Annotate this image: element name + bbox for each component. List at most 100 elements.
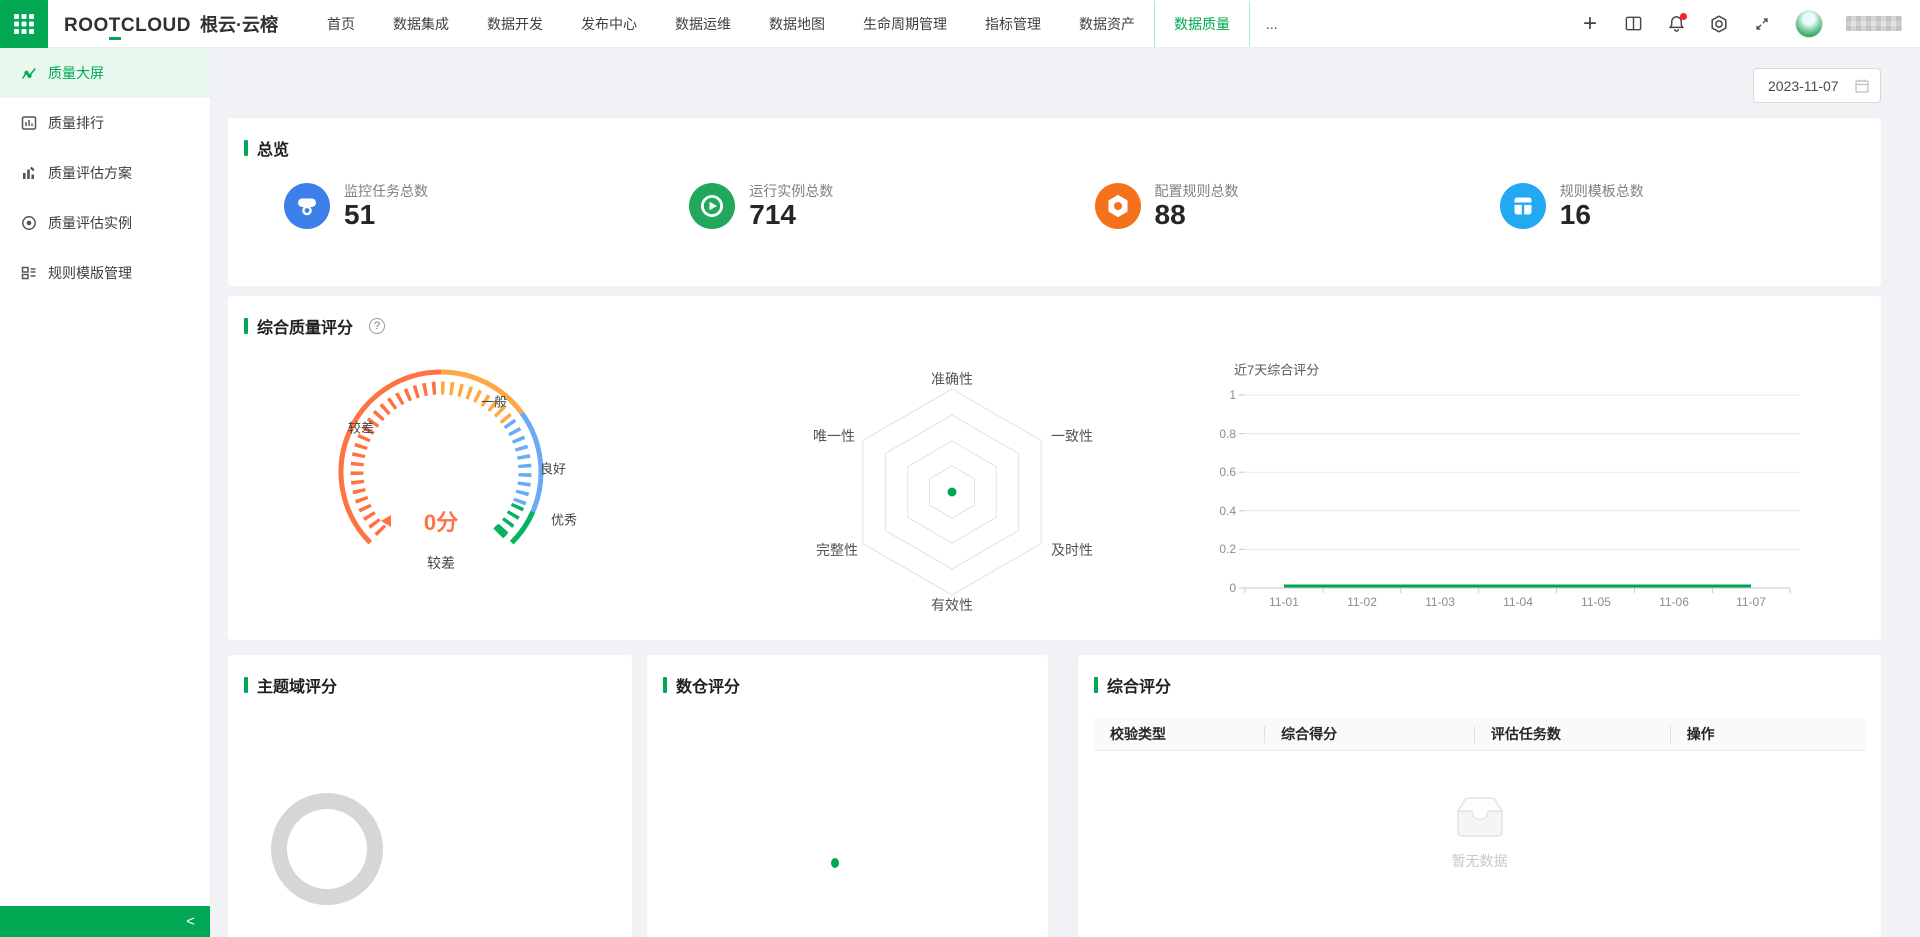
gauge-value: 0分	[423, 510, 459, 535]
x-axis-tick: 11-06	[1659, 595, 1689, 609]
radar-axis-completeness: 完整性	[816, 542, 858, 558]
nav-item-lifecycle[interactable]: 生命周期管理	[844, 1, 966, 47]
target-icon	[22, 216, 36, 230]
rule-nut-icon	[1094, 183, 1141, 229]
sidebar-item-quality-plan[interactable]: 质量评估方案	[0, 148, 210, 198]
overview-title: 总览	[244, 136, 1865, 160]
grid-icon	[14, 13, 34, 34]
help-icon[interactable]: ?	[369, 318, 386, 334]
gauge-label-fair: 一般	[480, 394, 508, 410]
date-value: 2023-11-07	[1768, 77, 1839, 94]
user-avatar[interactable]	[1795, 9, 1823, 38]
logo-text: CLOUD	[120, 14, 191, 36]
sidebar-item-quality-instance[interactable]: 质量评估实例	[0, 198, 210, 248]
plus-icon[interactable]: +	[1580, 11, 1600, 35]
nav-item-home[interactable]: 首页	[308, 1, 374, 47]
sidebar-collapse-button[interactable]: <	[0, 906, 210, 937]
radar-axis-timeliness: 及时性	[1051, 542, 1093, 558]
nav-item-data-ops[interactable]: 数据运维	[656, 1, 750, 47]
gauge-label-poor: 较差	[347, 420, 375, 436]
trend-chart-title: 近7天综合评分	[1234, 362, 1320, 378]
nav-item-data-integration[interactable]: 数据集成	[374, 1, 468, 47]
username-redacted[interactable]	[1846, 16, 1902, 31]
stat-configured-rules: 配置规则总数 88	[1055, 182, 1460, 230]
summary-score-card: 综合评分 校验类型 综合得分 评估任务数 操作 暂无数据	[1078, 655, 1881, 937]
sidebar-item-quality-dashboard[interactable]: 质量大屏	[0, 48, 210, 98]
notification-bell-icon[interactable]	[1666, 12, 1687, 34]
page-toolbar: 2023-11-07	[211, 48, 1920, 118]
gauge-status: 较差	[427, 555, 455, 571]
book-icon[interactable]	[1623, 14, 1643, 34]
table-header-actions: 操作	[1686, 726, 1715, 742]
table-header-row: 校验类型 综合得分 评估任务数 操作	[1094, 718, 1865, 751]
monitor-camera-icon	[284, 183, 330, 229]
overview-card: 总览 监控任务总数 51 运行实例总数 714 配置规则总数 88 规则模板总数…	[228, 118, 1881, 286]
main-content: 2023-11-07 总览 监控任务总数 51 运行实例总数 714 配置规则总…	[211, 48, 1920, 937]
sidebar-item-quality-ranking[interactable]: 质量排行	[0, 98, 210, 148]
bar-chart-icon	[21, 116, 37, 130]
radar-axis-consistency: 一致性	[1051, 428, 1093, 444]
fullscreen-icon[interactable]	[1752, 14, 1772, 34]
app-launcher-grid-icon[interactable]	[0, 0, 48, 48]
chevron-left-icon: <	[186, 913, 195, 930]
nav-item-metrics[interactable]: 指标管理	[966, 1, 1060, 47]
y-axis-tick: 1	[1229, 388, 1236, 402]
stat-label: 规则模板总数	[1559, 183, 1644, 199]
nav-item-data-quality[interactable]: 数据质量	[1153, 0, 1250, 47]
section-title: 综合评分	[1107, 679, 1172, 696]
theme-domain-score-card: 主题域评分	[228, 655, 632, 937]
sidebar: 质量大屏 质量排行 质量评估方案 质量评估实例 规则模版管理 <	[0, 48, 211, 937]
chart-plan-icon	[23, 166, 35, 179]
sidebar-item-label: 质量大屏	[48, 65, 104, 81]
sidebar-item-label: 规则模版管理	[48, 265, 132, 281]
settings-gear-icon[interactable]	[1709, 14, 1729, 34]
logo-product-name: 根云·云榕	[199, 14, 278, 35]
nav-item-data-development[interactable]: 数据开发	[468, 1, 562, 47]
radar-axis-validity: 有效性	[931, 597, 973, 613]
nav-item-data-map[interactable]: 数据地图	[750, 1, 844, 47]
section-title: 总览	[257, 142, 290, 159]
template-icon	[1499, 183, 1546, 229]
x-axis-tick: 11-01	[1269, 595, 1299, 609]
stat-rule-templates: 规则模板总数 16	[1460, 182, 1865, 230]
y-axis-tick: 0.6	[1219, 465, 1236, 480]
y-axis-tick: 0	[1229, 581, 1236, 595]
radar-axis-accuracy: 准确性	[931, 371, 973, 387]
quality-score-card: 综合质量评分 ? 较差 一般 良好 优秀 0分 较差 准确性 一致性 及时性 有…	[228, 296, 1881, 640]
y-axis-tick: 0.2	[1219, 542, 1236, 557]
radar-axis-uniqueness: 唯一性	[813, 428, 855, 444]
section-title: 数仓评分	[676, 679, 741, 696]
summary-table: 校验类型 综合得分 评估任务数 操作 暂无数据	[1094, 718, 1865, 871]
title-accent-bar	[663, 677, 667, 693]
topbar: ROOTCLOUD 根云·云榕 首页 数据集成 数据开发 发布中心 数据运维 数…	[0, 0, 1920, 48]
top-nav: 首页 数据集成 数据开发 发布中心 数据运维 数据地图 生命周期管理 指标管理 …	[308, 0, 1294, 48]
title-accent-bar	[244, 318, 248, 334]
warehouse-score-card: 数仓评分	[647, 655, 1048, 937]
nav-item-publish-center[interactable]: 发布中心	[562, 1, 656, 47]
title-accent-bar	[244, 677, 248, 693]
y-axis-tick: 0.4	[1219, 503, 1236, 518]
charts-canvas	[338, 369, 1800, 596]
x-axis-tick: 11-03	[1425, 595, 1455, 609]
sidebar-item-rule-template[interactable]: 规则模版管理	[0, 248, 210, 298]
empty-state-text: 暂无数据	[1451, 853, 1508, 869]
title-accent-bar	[1094, 677, 1098, 693]
x-axis-tick: 11-04	[1503, 595, 1533, 609]
brand-logo: ROOTCLOUD 根云·云榕	[64, 11, 278, 40]
date-picker[interactable]: 2023-11-07	[1753, 68, 1881, 103]
nav-more-button[interactable]: ...	[1250, 16, 1294, 32]
stat-value: 714	[749, 199, 796, 230]
sidebar-item-label: 质量评估实例	[48, 215, 132, 231]
table-header-check-type: 校验类型	[1094, 718, 1266, 750]
quality-charts: 较差 一般 良好 优秀 0分 较差 准确性 一致性 及时性 有效性 完整性 唯一…	[244, 346, 1865, 632]
nav-item-data-assets[interactable]: 数据资产	[1060, 1, 1154, 47]
gauge-label-good: 良好	[539, 461, 567, 477]
theme-donut-chart	[271, 793, 383, 905]
title-accent-bar	[244, 140, 248, 156]
notification-badge	[1680, 12, 1687, 20]
x-axis-tick: 11-05	[1581, 595, 1611, 609]
logo-text-t: T	[108, 14, 121, 40]
stat-label: 配置规则总数	[1154, 183, 1239, 199]
line-chart-icon	[21, 68, 36, 79]
table-header-score: 综合得分	[1265, 718, 1475, 750]
